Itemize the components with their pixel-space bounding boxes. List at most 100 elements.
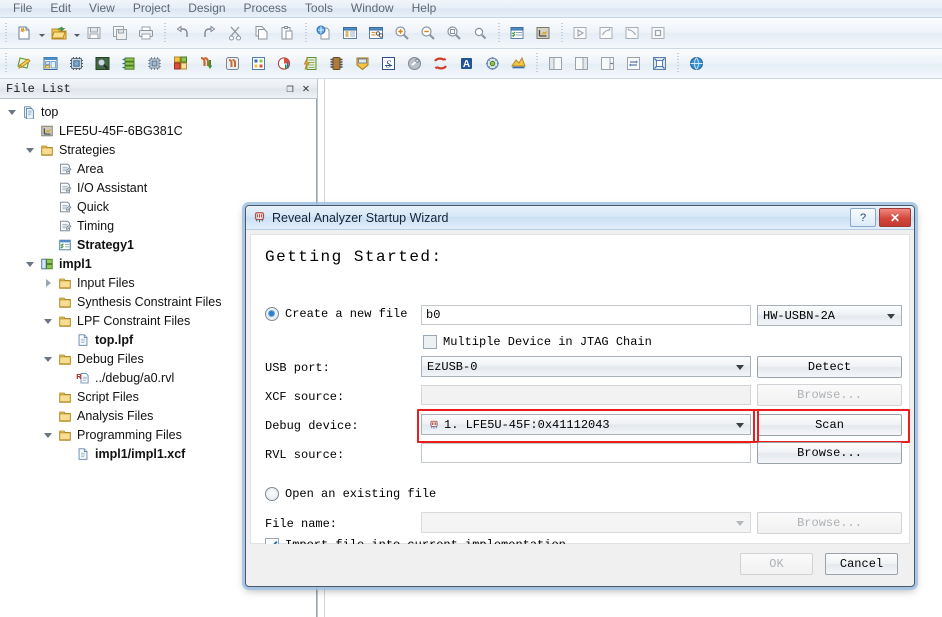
tree-item[interactable]: top <box>0 102 316 121</box>
power-calculator-button[interactable] <box>298 52 322 76</box>
tree-twisty-open-icon[interactable] <box>22 140 38 159</box>
cancel-button[interactable]: Cancel <box>825 553 898 575</box>
eco-editor-button[interactable] <box>324 52 348 76</box>
dialog-titlebar[interactable]: Reveal Analyzer Startup Wizard ? ✕ <box>246 206 914 230</box>
new-file-dropdown-caret[interactable] <box>37 22 46 44</box>
dock-bottom-button[interactable] <box>595 52 619 76</box>
debug-device-combo[interactable]: 1. LFE5U-45F:0x41112043 <box>421 414 751 435</box>
menu-item-process[interactable]: Process <box>235 0 296 17</box>
open-existing-file-radio-row[interactable]: Open an existing file <box>265 487 436 501</box>
rvl-source-browse-button[interactable]: Browse... <box>757 442 902 464</box>
timing-analysis-button[interactable] <box>246 52 270 76</box>
active-hdl-button[interactable] <box>480 52 504 76</box>
restore-layout-button[interactable] <box>647 52 671 76</box>
menu-item-edit[interactable]: Edit <box>41 0 80 17</box>
undo-button[interactable] <box>171 21 195 45</box>
rvl-source-input[interactable] <box>421 443 751 463</box>
stop-button[interactable] <box>646 21 670 45</box>
programmer-button[interactable] <box>350 52 374 76</box>
menu-item-design[interactable]: Design <box>179 0 234 17</box>
run-step-button[interactable] <box>594 21 618 45</box>
tree-item[interactable]: I/O Assistant <box>0 178 316 197</box>
dock-right-button[interactable] <box>569 52 593 76</box>
xcf-source-browse-button[interactable]: Browse... <box>757 384 902 406</box>
new-file-button[interactable] <box>12 21 36 45</box>
zoom-in-button[interactable] <box>390 21 414 45</box>
dialog-help-button[interactable]: ? <box>850 208 876 227</box>
multiple-device-checkbox[interactable] <box>423 335 437 349</box>
menu-item-project[interactable]: Project <box>124 0 179 17</box>
report-button[interactable] <box>338 21 362 45</box>
usb-port-combo[interactable]: EzUSB-0 <box>421 356 751 377</box>
tree-twisty-open-icon[interactable] <box>22 254 38 273</box>
spreadsheet-view-icon <box>43 57 57 70</box>
tree-item[interactable]: LFE5U-45F-6BG381C <box>0 121 316 140</box>
ipexpress-button[interactable] <box>506 52 530 76</box>
strategy-button[interactable] <box>505 21 529 45</box>
spreadsheet-view-button[interactable] <box>38 52 62 76</box>
save-all-button[interactable] <box>108 21 132 45</box>
ok-button[interactable]: OK <box>740 553 813 575</box>
file-name-combo[interactable] <box>421 512 751 533</box>
menu-item-window[interactable]: Window <box>342 0 403 17</box>
cable-type-combo[interactable]: HW-USBN-2A <box>757 305 902 326</box>
reveal-inserter-button[interactable]: S <box>376 52 400 76</box>
physical-view-out-button[interactable] <box>220 52 244 76</box>
close-panel-icon[interactable]: ✕ <box>298 81 314 97</box>
scan-button[interactable]: Scan <box>757 414 902 436</box>
tree-twisty-open-icon[interactable] <box>40 311 56 330</box>
create-new-file-radio[interactable] <box>265 307 279 321</box>
float-panel-icon[interactable]: ❐ <box>282 81 298 97</box>
multiple-device-row[interactable]: Multiple Device in JTAG Chain <box>423 335 652 349</box>
menu-item-file[interactable]: File <box>4 0 41 17</box>
tree-item-label: I/O Assistant <box>77 180 148 195</box>
find-replace-button[interactable] <box>364 21 388 45</box>
simulation-wizard-button[interactable] <box>428 52 452 76</box>
menu-item-tools[interactable]: Tools <box>296 0 342 17</box>
file-name-browse-button[interactable]: Browse... <box>757 512 902 534</box>
gridview-button[interactable] <box>272 52 296 76</box>
netlist-view-button[interactable] <box>116 52 140 76</box>
tree-twisty-open-icon[interactable] <box>40 349 56 368</box>
menu-item-help[interactable]: Help <box>403 0 446 17</box>
tree-item-label: impl1/impl1.xcf <box>95 446 186 461</box>
xcf-source-input[interactable] <box>421 385 751 405</box>
open-file-dropdown-caret[interactable] <box>72 22 81 44</box>
zoom-out-button[interactable] <box>416 21 440 45</box>
rerun-button[interactable] <box>620 21 644 45</box>
menu-item-view[interactable]: View <box>80 0 124 17</box>
reveal-analyzer-button[interactable] <box>402 52 426 76</box>
print-button[interactable] <box>134 21 158 45</box>
synplify-button[interactable]: A <box>454 52 478 76</box>
floorplan-view-button[interactable] <box>168 52 192 76</box>
cut-button[interactable] <box>223 21 247 45</box>
detect-button[interactable]: Detect <box>757 356 902 378</box>
tree-twisty-closed-icon[interactable] <box>40 273 56 292</box>
tree-twisty-open-icon[interactable] <box>4 102 20 121</box>
open-existing-file-radio[interactable] <box>265 487 279 501</box>
copy-button[interactable] <box>249 21 273 45</box>
tree-item[interactable]: Area <box>0 159 316 178</box>
web-browser-button[interactable] <box>684 52 708 76</box>
edit-design-button[interactable] <box>12 52 36 76</box>
paste-button[interactable] <box>275 21 299 45</box>
create-new-file-radio-row[interactable]: Create a new file <box>265 307 407 321</box>
redo-button[interactable] <box>197 21 221 45</box>
tree-twisty-open-icon[interactable] <box>40 425 56 444</box>
run-button[interactable] <box>568 21 592 45</box>
find-in-file-button[interactable] <box>312 21 336 45</box>
new-file-name-input[interactable]: b0 <box>421 305 751 325</box>
tree-item[interactable]: Strategies <box>0 140 316 159</box>
dock-left-button[interactable] <box>543 52 567 76</box>
swap-panes-button[interactable] <box>621 52 645 76</box>
zoom-select-button[interactable] <box>468 21 492 45</box>
device-button[interactable] <box>531 21 555 45</box>
dialog-close-button[interactable]: ✕ <box>879 208 911 227</box>
device-chip-button[interactable] <box>64 52 88 76</box>
zoom-fit-button[interactable] <box>442 21 466 45</box>
save-button[interactable] <box>82 21 106 45</box>
physical-view-in-button[interactable] <box>194 52 218 76</box>
open-file-button[interactable] <box>47 21 71 45</box>
package-view-button[interactable] <box>90 52 114 76</box>
floorplan-chip-button[interactable] <box>142 52 166 76</box>
